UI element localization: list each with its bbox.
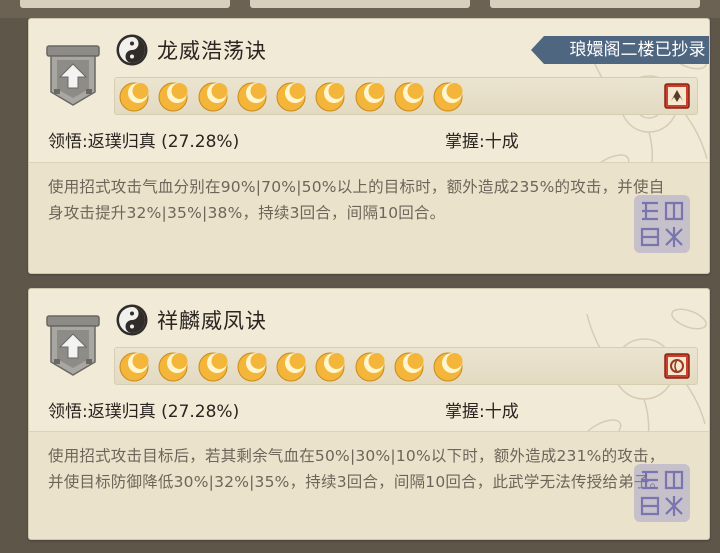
skill-description: 使用招式攻击气血分别在90%|70%|50%以上的目标时，额外造成235%的攻击… bbox=[48, 178, 665, 222]
yin-yang-icon bbox=[116, 304, 148, 336]
archive-status-banner: 琅嬛阁二楼已抄录 bbox=[531, 36, 709, 64]
crescent-moon-icon bbox=[433, 82, 463, 112]
crescent-moon-icon bbox=[158, 82, 188, 112]
crescent-moon-icon bbox=[119, 352, 149, 382]
phoenix-emblem-icon[interactable] bbox=[664, 353, 690, 379]
skill-name: 龙威浩荡诀 bbox=[157, 39, 267, 63]
mastery-label: 掌握:十成 bbox=[445, 402, 519, 422]
beast-emblem-icon[interactable] bbox=[664, 83, 690, 109]
skill-description: 使用招式攻击目标后，若其剩余气血在50%|30%|10%以下时，额外造成231%… bbox=[48, 447, 666, 491]
crescent-moon-icon bbox=[394, 82, 424, 112]
seal-stamp-icon bbox=[634, 464, 690, 522]
comprehension-label: 领悟:返璞归真 (27.28%) bbox=[48, 402, 240, 422]
comprehension-label: 领悟:返璞归真 (27.28%) bbox=[48, 132, 240, 152]
crescent-moon-icon bbox=[198, 352, 228, 382]
crescent-moon-icon bbox=[315, 82, 345, 112]
yin-yang-icon bbox=[116, 34, 148, 66]
crescent-moon-icon bbox=[158, 352, 188, 382]
crescent-moon-icon bbox=[315, 352, 345, 382]
skill-card-2[interactable]: 祥麟威凤诀 领悟:返璞归真 (27.28%) 掌握:十成 使用招式攻击目标后，若… bbox=[28, 288, 710, 540]
skill-card-1[interactable]: 龙威浩荡诀 领悟:返璞归真 (27.28%) 掌握:十成 使用招式攻击气血分别在… bbox=[28, 18, 710, 274]
crescent-moon-icon bbox=[355, 82, 385, 112]
crescent-moon-icon bbox=[355, 352, 385, 382]
crescent-moon-icon bbox=[276, 82, 306, 112]
mastery-label: 掌握:十成 bbox=[445, 132, 519, 152]
crescent-moon-icon bbox=[276, 352, 306, 382]
skill-title: 龙威浩荡诀 bbox=[116, 34, 267, 66]
upgrade-arrow-icon[interactable] bbox=[45, 314, 101, 378]
upgrade-arrow-icon[interactable] bbox=[45, 44, 101, 108]
skill-name: 祥麟威凤诀 bbox=[157, 309, 267, 333]
mastery-progress-bar bbox=[114, 77, 698, 115]
crescent-moon-icon bbox=[237, 352, 267, 382]
description-panel: 使用招式攻击气血分别在90%|70%|50%以上的目标时，额外造成235%的攻击… bbox=[29, 162, 709, 273]
crescent-moon-icon bbox=[237, 82, 267, 112]
crescent-moon-icon bbox=[198, 82, 228, 112]
crescent-moon-icon bbox=[433, 352, 463, 382]
mastery-progress-bar bbox=[114, 347, 698, 385]
top-background-strip bbox=[0, 0, 720, 18]
seal-stamp-icon bbox=[634, 195, 690, 253]
description-panel: 使用招式攻击目标后，若其剩余气血在50%|30%|10%以下时，额外造成231%… bbox=[29, 431, 709, 539]
crescent-moon-icon bbox=[119, 82, 149, 112]
crescent-moon-icon bbox=[394, 352, 424, 382]
skill-title: 祥麟威凤诀 bbox=[116, 304, 267, 336]
